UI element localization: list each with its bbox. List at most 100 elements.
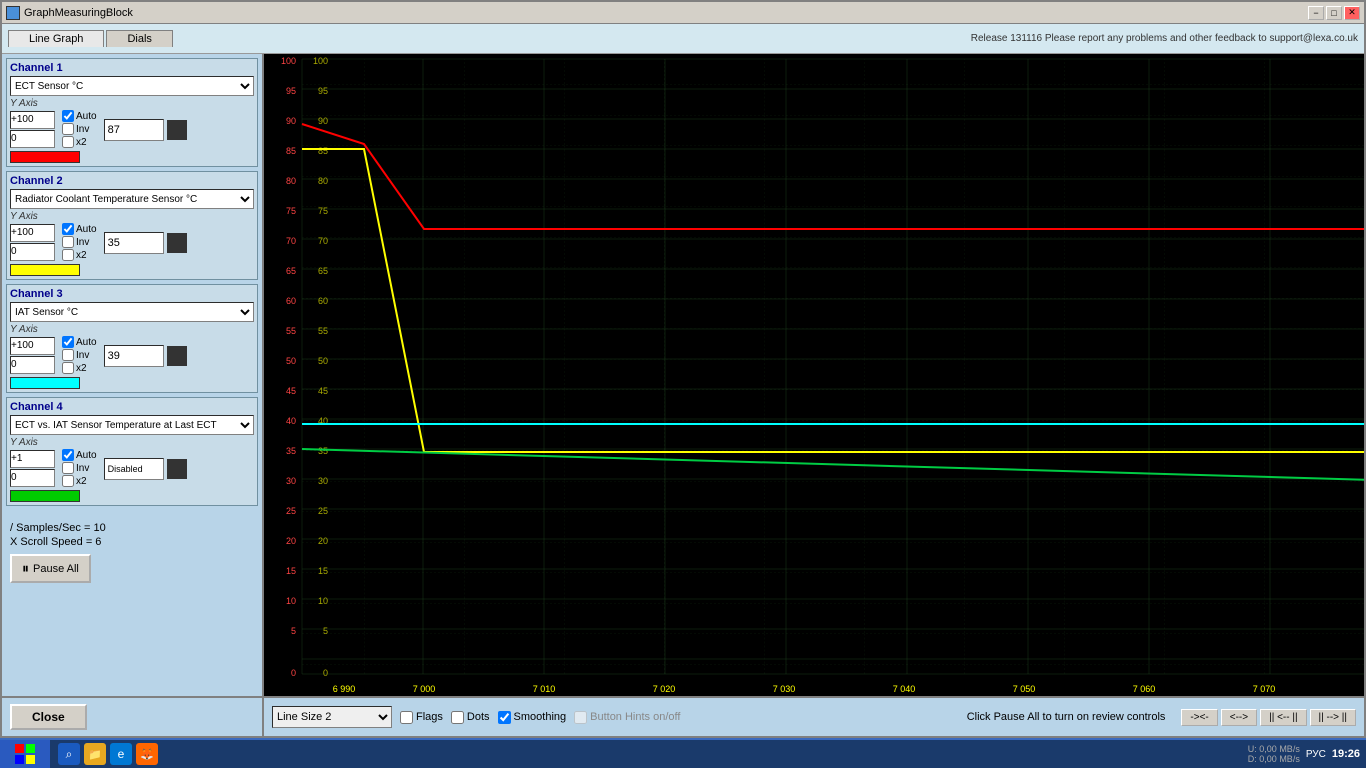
channel-3-section: Channel 3 IAT Sensor °C Y Axis [6, 284, 258, 393]
minimize-button[interactable]: − [1308, 6, 1324, 20]
file-manager-icon[interactable]: 📁 [84, 743, 106, 765]
svg-text:60: 60 [286, 296, 296, 306]
network-label: U: 0,00 MB/sD: 0,00 MB/s [1248, 744, 1300, 764]
channel-2-section: Channel 2 Radiator Coolant Temperature S… [6, 171, 258, 280]
edge-browser-icon[interactable]: e [110, 743, 132, 765]
svg-text:70: 70 [318, 236, 328, 246]
pause-all-button[interactable]: ⏸ Pause All [10, 554, 91, 583]
smoothing-checkbox[interactable] [498, 711, 511, 724]
channel-3-auto-check[interactable] [62, 336, 74, 348]
channel-4-auto-check[interactable] [62, 449, 74, 461]
svg-text:7 030: 7 030 [773, 684, 796, 694]
svg-text:90: 90 [318, 116, 328, 126]
svg-text:25: 25 [286, 506, 296, 516]
close-button[interactable]: Close [10, 704, 87, 730]
channel-2-auto-label: Auto [76, 224, 97, 235]
smoothing-checkbox-label: Smoothing [498, 711, 567, 724]
channel-2-ymin[interactable] [10, 243, 55, 261]
review-btn-1[interactable]: -><- [1181, 709, 1217, 726]
svg-text:15: 15 [318, 566, 328, 576]
channel-3-select[interactable]: IAT Sensor °C [10, 302, 254, 322]
svg-text:35: 35 [318, 446, 328, 456]
svg-text:7 000: 7 000 [413, 684, 436, 694]
channel-1-inv-check[interactable] [62, 123, 74, 135]
channel-4-section: Channel 4 ECT vs. IAT Sensor Temperature… [6, 397, 258, 506]
release-text: Release 131116 Please report any problem… [971, 33, 1358, 44]
channel-4-color-bar [10, 490, 80, 502]
channel-3-ymin[interactable] [10, 356, 55, 374]
title-bar: GraphMeasuringBlock − □ ✕ [2, 2, 1364, 24]
channel-3-value: 39 [104, 345, 164, 367]
line-size-select[interactable]: Line Size 2 Line Size 1 Line Size 3 [272, 706, 392, 728]
svg-text:50: 50 [286, 356, 296, 366]
button-hints-checkbox [574, 711, 587, 724]
svg-text:75: 75 [286, 206, 296, 216]
svg-text:30: 30 [318, 476, 328, 486]
channel-4-inv-check[interactable] [62, 462, 74, 474]
svg-text:95: 95 [286, 86, 296, 96]
channel-4-inv-label: Inv [76, 463, 89, 474]
tab-dials[interactable]: Dials [106, 30, 172, 47]
samples-per-sec: / Samples/Sec = 10 [10, 522, 254, 534]
button-hints-checkbox-label: Button Hints on/off [574, 711, 680, 724]
window-title: GraphMeasuringBlock [24, 7, 133, 19]
channel-4-ymin[interactable] [10, 469, 55, 487]
tab-line-graph[interactable]: Line Graph [8, 30, 104, 47]
left-panel: Channel 1 ECT Sensor °C Y Axis [2, 54, 264, 696]
channel-2-value: 35 [104, 232, 164, 254]
channel-1-ymax[interactable] [10, 111, 55, 129]
channel-2-color-btn[interactable] [167, 233, 187, 253]
svg-text:7 040: 7 040 [893, 684, 916, 694]
channel-2-ymax[interactable] [10, 224, 55, 242]
svg-text:65: 65 [318, 266, 328, 276]
svg-text:10: 10 [286, 596, 296, 606]
channel-4-auto-label: Auto [76, 450, 97, 461]
svg-text:100: 100 [281, 56, 296, 66]
svg-text:75: 75 [318, 206, 328, 216]
channel-2-x2-check[interactable] [62, 249, 74, 261]
dots-label: Dots [467, 711, 490, 723]
channel-2-inv-label: Inv [76, 237, 89, 248]
svg-text:7 020: 7 020 [653, 684, 676, 694]
app-icon [6, 6, 20, 20]
channel-2-select[interactable]: Radiator Coolant Temperature Sensor °C [10, 189, 254, 209]
channel-3-color-btn[interactable] [167, 346, 187, 366]
dots-checkbox-label: Dots [451, 711, 490, 724]
maximize-button[interactable]: □ [1326, 6, 1342, 20]
svg-text:7 050: 7 050 [1013, 684, 1036, 694]
channel-3-inv-check[interactable] [62, 349, 74, 361]
channel-2-inv-check[interactable] [62, 236, 74, 248]
start-button[interactable] [0, 740, 50, 768]
svg-text:25: 25 [318, 506, 328, 516]
dots-checkbox[interactable] [451, 711, 464, 724]
flags-checkbox[interactable] [400, 711, 413, 724]
channel-1-ymin[interactable] [10, 130, 55, 148]
channel-3-ymax[interactable] [10, 337, 55, 355]
search-taskbar-icon[interactable]: ⌕ [58, 743, 80, 765]
channel-4-x2-check[interactable] [62, 475, 74, 487]
channel-1-x2-check[interactable] [62, 136, 74, 148]
x-scroll-speed: X Scroll Speed = 6 [10, 536, 254, 548]
clock: 19:26 [1332, 748, 1360, 760]
channel-4-ymax[interactable] [10, 450, 55, 468]
firefox-icon[interactable]: 🦊 [136, 743, 158, 765]
svg-text:80: 80 [318, 176, 328, 186]
channel-1-select[interactable]: ECT Sensor °C [10, 76, 254, 96]
svg-text:85: 85 [286, 146, 296, 156]
channel-3-auto-label: Auto [76, 337, 97, 348]
channel-2-auto-check[interactable] [62, 223, 74, 235]
channel-1-color-btn[interactable] [167, 120, 187, 140]
channel-1-auto-check[interactable] [62, 110, 74, 122]
channel-1-auto-label: Auto [76, 111, 97, 122]
svg-text:70: 70 [286, 236, 296, 246]
svg-text:50: 50 [318, 356, 328, 366]
review-btn-2[interactable]: <--> [1221, 709, 1257, 726]
channel-4-select[interactable]: ECT vs. IAT Sensor Temperature at Last E… [10, 415, 254, 435]
channel-4-color-btn[interactable] [167, 459, 187, 479]
svg-text:6 990: 6 990 [333, 684, 356, 694]
review-btn-4[interactable]: || --> || [1310, 709, 1356, 726]
review-btn-3[interactable]: || <-- || [1260, 709, 1306, 726]
channel-3-x2-check[interactable] [62, 362, 74, 374]
channel-3-color-bar [10, 377, 80, 389]
close-button[interactable]: ✕ [1344, 6, 1360, 20]
